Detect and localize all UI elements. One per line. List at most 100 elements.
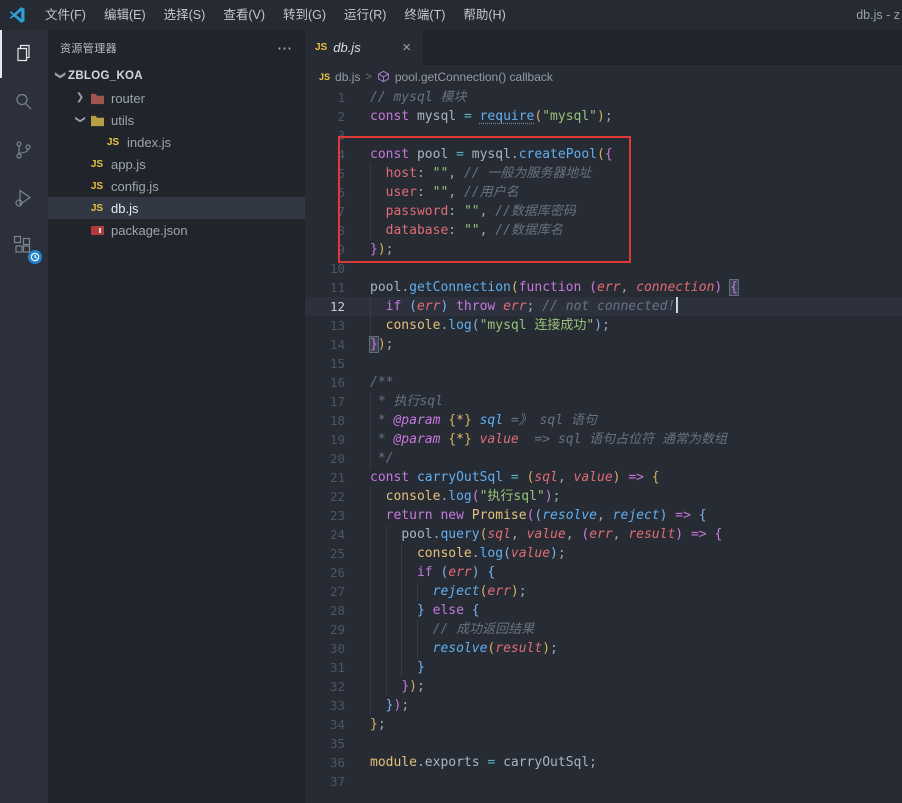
line-number[interactable]: 16 (305, 373, 345, 392)
sidebar-item-config-js[interactable]: JSconfig.js (48, 175, 305, 197)
line-number[interactable]: 15 (305, 354, 345, 373)
line-number[interactable]: 3 (305, 126, 345, 145)
more-actions-icon[interactable]: ⋯ (277, 39, 293, 57)
line-number[interactable]: 21 (305, 468, 345, 487)
code-line-31[interactable]: 31 } (305, 658, 902, 677)
code-line-25[interactable]: 25 console.log(value); (305, 544, 902, 563)
menu-item-1[interactable]: 编辑(E) (95, 0, 155, 30)
line-number[interactable]: 29 (305, 620, 345, 639)
explorer-icon[interactable] (0, 30, 48, 78)
tab-db-js[interactable]: JS db.js × (305, 30, 423, 65)
line-number[interactable]: 12 (305, 297, 345, 316)
line-number[interactable]: 7 (305, 202, 345, 221)
extensions-icon[interactable] (0, 222, 48, 270)
code-line-29[interactable]: 29 // 成功返回结果 (305, 620, 902, 639)
menu-item-7[interactable]: 帮助(H) (454, 0, 514, 30)
code-line-5[interactable]: 5 host: "", // 一般为服务器地址 (305, 164, 902, 183)
code-line-13[interactable]: 13 console.log("mysql 连接成功"); (305, 316, 902, 335)
sidebar-item-db-js[interactable]: JSdb.js (48, 197, 305, 219)
menu-item-5[interactable]: 运行(R) (335, 0, 395, 30)
code-line-15[interactable]: 15 (305, 354, 902, 373)
code-line-16[interactable]: 16/** (305, 373, 902, 392)
line-number[interactable]: 20 (305, 449, 345, 468)
menu-item-6[interactable]: 终端(T) (395, 0, 454, 30)
line-number[interactable]: 6 (305, 183, 345, 202)
line-number[interactable]: 18 (305, 411, 345, 430)
line-number[interactable]: 37 (305, 772, 345, 791)
menu-item-3[interactable]: 查看(V) (214, 0, 274, 30)
code-line-36[interactable]: 36module.exports = carryOutSql; (305, 753, 902, 772)
line-number[interactable]: 22 (305, 487, 345, 506)
line-number[interactable]: 14 (305, 335, 345, 354)
menu-item-0[interactable]: 文件(F) (36, 0, 95, 30)
line-number[interactable]: 36 (305, 753, 345, 772)
breadcrumb-file[interactable]: db.js (335, 70, 360, 84)
source-control-icon[interactable] (0, 126, 48, 174)
sidebar-item-package-json[interactable]: package.json (48, 219, 305, 241)
line-number[interactable]: 13 (305, 316, 345, 335)
code-line-6[interactable]: 6 user: "", //用户名 (305, 183, 902, 202)
line-number[interactable]: 9 (305, 240, 345, 259)
line-number[interactable]: 32 (305, 677, 345, 696)
close-icon[interactable]: × (400, 39, 413, 56)
code-line-4[interactable]: 4const pool = mysql.createPool({ (305, 145, 902, 164)
search-icon[interactable] (0, 78, 48, 126)
code-line-23[interactable]: 23 return new Promise((resolve, reject) … (305, 506, 902, 525)
code-line-30[interactable]: 30 resolve(result); (305, 639, 902, 658)
code-line-26[interactable]: 26 if (err) { (305, 563, 902, 582)
code-line-20[interactable]: 20 */ (305, 449, 902, 468)
line-number[interactable]: 23 (305, 506, 345, 525)
code-line-35[interactable]: 35 (305, 734, 902, 753)
code-line-17[interactable]: 17 * 执行sql (305, 392, 902, 411)
line-number[interactable]: 31 (305, 658, 345, 677)
code-line-11[interactable]: 11pool.getConnection(function (err, conn… (305, 278, 902, 297)
code-line-3[interactable]: 3 (305, 126, 902, 145)
line-number[interactable]: 10 (305, 259, 345, 278)
sidebar-item-app-js[interactable]: JSapp.js (48, 153, 305, 175)
code-line-32[interactable]: 32 }); (305, 677, 902, 696)
code-line-28[interactable]: 28 } else { (305, 601, 902, 620)
code-line-37[interactable]: 37 (305, 772, 902, 791)
line-number[interactable]: 17 (305, 392, 345, 411)
code-line-8[interactable]: 8 database: "", //数据库名 (305, 221, 902, 240)
line-number[interactable]: 25 (305, 544, 345, 563)
code-line-21[interactable]: 21const carryOutSql = (sql, value) => { (305, 468, 902, 487)
code-line-1[interactable]: 1// mysql 模块 (305, 88, 902, 107)
line-number[interactable]: 11 (305, 278, 345, 297)
sidebar-item-index-js[interactable]: JSindex.js (48, 131, 305, 153)
line-number[interactable]: 4 (305, 145, 345, 164)
line-number[interactable]: 19 (305, 430, 345, 449)
line-number[interactable]: 2 (305, 107, 345, 126)
line-number[interactable]: 30 (305, 639, 345, 658)
code-line-10[interactable]: 10 (305, 259, 902, 278)
line-number[interactable]: 34 (305, 715, 345, 734)
code-line-9[interactable]: 9}); (305, 240, 902, 259)
code-area[interactable]: 1// mysql 模块2const mysql = require("mysq… (305, 88, 902, 803)
line-number[interactable]: 35 (305, 734, 345, 753)
line-number[interactable]: 8 (305, 221, 345, 240)
code-line-19[interactable]: 19 * @param {*} value => sql 语句占位符 通常为数组 (305, 430, 902, 449)
menu-item-2[interactable]: 选择(S) (155, 0, 215, 30)
code-line-24[interactable]: 24 pool.query(sql, value, (err, result) … (305, 525, 902, 544)
code-line-22[interactable]: 22 console.log("执行sql"); (305, 487, 902, 506)
line-number[interactable]: 1 (305, 88, 345, 107)
tree-root-zblog-koa[interactable]: ❯ ZBLOG_KOA (48, 65, 305, 87)
breadcrumb-symbol[interactable]: pool.getConnection() callback (395, 70, 553, 84)
code-line-18[interactable]: 18 * @param {*} sql =》 sql 语句 (305, 411, 902, 430)
line-number[interactable]: 24 (305, 525, 345, 544)
line-number[interactable]: 5 (305, 164, 345, 183)
code-line-14[interactable]: 14}); (305, 335, 902, 354)
sidebar-item-utils[interactable]: ❯utils (48, 109, 305, 131)
code-line-34[interactable]: 34}; (305, 715, 902, 734)
sidebar-item-router[interactable]: ❯router (48, 87, 305, 109)
line-number[interactable]: 28 (305, 601, 345, 620)
menu-item-4[interactable]: 转到(G) (274, 0, 335, 30)
code-line-12[interactable]: 12 if (err) throw err; // not connected! (305, 297, 902, 316)
code-line-27[interactable]: 27 reject(err); (305, 582, 902, 601)
code-line-2[interactable]: 2const mysql = require("mysql"); (305, 107, 902, 126)
line-number[interactable]: 26 (305, 563, 345, 582)
code-line-7[interactable]: 7 password: "", //数据库密码 (305, 202, 902, 221)
run-debug-icon[interactable] (0, 174, 48, 222)
code-line-33[interactable]: 33 }); (305, 696, 902, 715)
line-number[interactable]: 27 (305, 582, 345, 601)
